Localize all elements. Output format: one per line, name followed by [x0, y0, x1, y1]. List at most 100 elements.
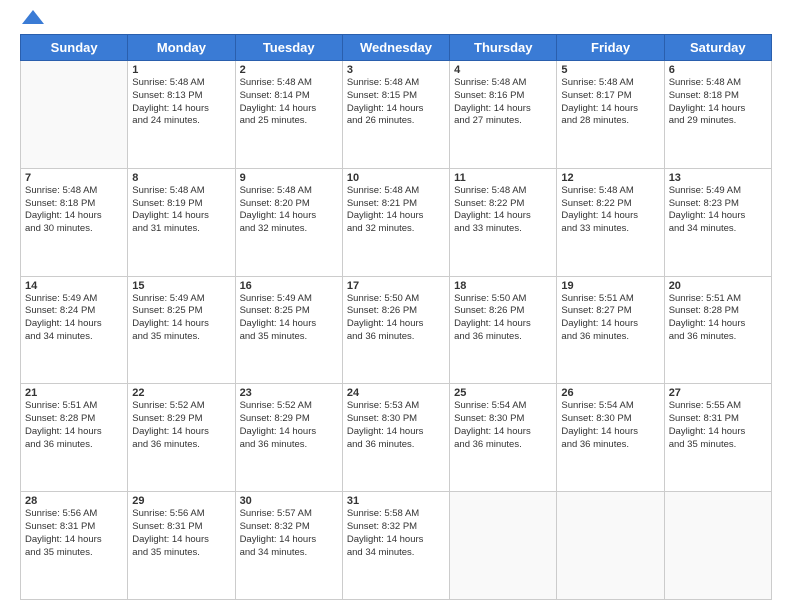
- logo: [20, 18, 44, 24]
- day-number: 9: [240, 172, 338, 184]
- calendar-cell: 22Sunrise: 5:52 AM Sunset: 8:29 PM Dayli…: [128, 384, 235, 492]
- day-number: 30: [240, 495, 338, 507]
- calendar-cell: 23Sunrise: 5:52 AM Sunset: 8:29 PM Dayli…: [235, 384, 342, 492]
- cell-content: Sunrise: 5:48 AM Sunset: 8:15 PM Dayligh…: [347, 77, 445, 128]
- day-number: 7: [25, 172, 123, 184]
- day-number: 23: [240, 387, 338, 399]
- calendar-day-header: Tuesday: [235, 35, 342, 61]
- calendar-cell: 26Sunrise: 5:54 AM Sunset: 8:30 PM Dayli…: [557, 384, 664, 492]
- calendar-cell: 24Sunrise: 5:53 AM Sunset: 8:30 PM Dayli…: [342, 384, 449, 492]
- calendar-week-row: 1Sunrise: 5:48 AM Sunset: 8:13 PM Daylig…: [21, 61, 772, 169]
- day-number: 24: [347, 387, 445, 399]
- calendar-cell: 7Sunrise: 5:48 AM Sunset: 8:18 PM Daylig…: [21, 168, 128, 276]
- day-number: 28: [25, 495, 123, 507]
- calendar-day-header: Thursday: [450, 35, 557, 61]
- cell-content: Sunrise: 5:52 AM Sunset: 8:29 PM Dayligh…: [132, 400, 230, 451]
- cell-content: Sunrise: 5:49 AM Sunset: 8:23 PM Dayligh…: [669, 185, 767, 236]
- day-number: 4: [454, 64, 552, 76]
- cell-content: Sunrise: 5:53 AM Sunset: 8:30 PM Dayligh…: [347, 400, 445, 451]
- calendar-cell: 18Sunrise: 5:50 AM Sunset: 8:26 PM Dayli…: [450, 276, 557, 384]
- day-number: 19: [561, 280, 659, 292]
- calendar-cell: 2Sunrise: 5:48 AM Sunset: 8:14 PM Daylig…: [235, 61, 342, 169]
- cell-content: Sunrise: 5:56 AM Sunset: 8:31 PM Dayligh…: [25, 508, 123, 559]
- calendar-cell: 8Sunrise: 5:48 AM Sunset: 8:19 PM Daylig…: [128, 168, 235, 276]
- cell-content: Sunrise: 5:55 AM Sunset: 8:31 PM Dayligh…: [669, 400, 767, 451]
- day-number: 14: [25, 280, 123, 292]
- calendar-cell: 10Sunrise: 5:48 AM Sunset: 8:21 PM Dayli…: [342, 168, 449, 276]
- calendar-cell: 20Sunrise: 5:51 AM Sunset: 8:28 PM Dayli…: [664, 276, 771, 384]
- calendar-week-row: 21Sunrise: 5:51 AM Sunset: 8:28 PM Dayli…: [21, 384, 772, 492]
- calendar-cell: 11Sunrise: 5:48 AM Sunset: 8:22 PM Dayli…: [450, 168, 557, 276]
- calendar-cell: 5Sunrise: 5:48 AM Sunset: 8:17 PM Daylig…: [557, 61, 664, 169]
- day-number: 3: [347, 64, 445, 76]
- day-number: 27: [669, 387, 767, 399]
- cell-content: Sunrise: 5:48 AM Sunset: 8:18 PM Dayligh…: [25, 185, 123, 236]
- day-number: 13: [669, 172, 767, 184]
- day-number: 2: [240, 64, 338, 76]
- cell-content: Sunrise: 5:52 AM Sunset: 8:29 PM Dayligh…: [240, 400, 338, 451]
- calendar-cell: 6Sunrise: 5:48 AM Sunset: 8:18 PM Daylig…: [664, 61, 771, 169]
- calendar-week-row: 14Sunrise: 5:49 AM Sunset: 8:24 PM Dayli…: [21, 276, 772, 384]
- calendar-cell: 1Sunrise: 5:48 AM Sunset: 8:13 PM Daylig…: [128, 61, 235, 169]
- calendar-cell: 13Sunrise: 5:49 AM Sunset: 8:23 PM Dayli…: [664, 168, 771, 276]
- calendar-cell: [557, 492, 664, 600]
- calendar-header-row: SundayMondayTuesdayWednesdayThursdayFrid…: [21, 35, 772, 61]
- calendar-cell: 9Sunrise: 5:48 AM Sunset: 8:20 PM Daylig…: [235, 168, 342, 276]
- cell-content: Sunrise: 5:48 AM Sunset: 8:19 PM Dayligh…: [132, 185, 230, 236]
- calendar-cell: [664, 492, 771, 600]
- calendar-cell: 27Sunrise: 5:55 AM Sunset: 8:31 PM Dayli…: [664, 384, 771, 492]
- calendar-cell: 15Sunrise: 5:49 AM Sunset: 8:25 PM Dayli…: [128, 276, 235, 384]
- cell-content: Sunrise: 5:48 AM Sunset: 8:22 PM Dayligh…: [561, 185, 659, 236]
- calendar-day-header: Wednesday: [342, 35, 449, 61]
- cell-content: Sunrise: 5:50 AM Sunset: 8:26 PM Dayligh…: [454, 293, 552, 344]
- calendar-cell: 16Sunrise: 5:49 AM Sunset: 8:25 PM Dayli…: [235, 276, 342, 384]
- calendar-cell: 29Sunrise: 5:56 AM Sunset: 8:31 PM Dayli…: [128, 492, 235, 600]
- cell-content: Sunrise: 5:49 AM Sunset: 8:24 PM Dayligh…: [25, 293, 123, 344]
- calendar-week-row: 7Sunrise: 5:48 AM Sunset: 8:18 PM Daylig…: [21, 168, 772, 276]
- cell-content: Sunrise: 5:51 AM Sunset: 8:28 PM Dayligh…: [25, 400, 123, 451]
- calendar-week-row: 28Sunrise: 5:56 AM Sunset: 8:31 PM Dayli…: [21, 492, 772, 600]
- cell-content: Sunrise: 5:48 AM Sunset: 8:18 PM Dayligh…: [669, 77, 767, 128]
- logo-icon: [22, 10, 44, 24]
- calendar-day-header: Sunday: [21, 35, 128, 61]
- calendar-cell: [450, 492, 557, 600]
- cell-content: Sunrise: 5:48 AM Sunset: 8:17 PM Dayligh…: [561, 77, 659, 128]
- calendar-cell: 30Sunrise: 5:57 AM Sunset: 8:32 PM Dayli…: [235, 492, 342, 600]
- day-number: 21: [25, 387, 123, 399]
- day-number: 31: [347, 495, 445, 507]
- cell-content: Sunrise: 5:48 AM Sunset: 8:22 PM Dayligh…: [454, 185, 552, 236]
- cell-content: Sunrise: 5:48 AM Sunset: 8:20 PM Dayligh…: [240, 185, 338, 236]
- cell-content: Sunrise: 5:54 AM Sunset: 8:30 PM Dayligh…: [454, 400, 552, 451]
- day-number: 8: [132, 172, 230, 184]
- calendar-day-header: Monday: [128, 35, 235, 61]
- day-number: 18: [454, 280, 552, 292]
- header: [20, 18, 772, 24]
- calendar-cell: 12Sunrise: 5:48 AM Sunset: 8:22 PM Dayli…: [557, 168, 664, 276]
- day-number: 10: [347, 172, 445, 184]
- cell-content: Sunrise: 5:58 AM Sunset: 8:32 PM Dayligh…: [347, 508, 445, 559]
- cell-content: Sunrise: 5:54 AM Sunset: 8:30 PM Dayligh…: [561, 400, 659, 451]
- day-number: 16: [240, 280, 338, 292]
- calendar-cell: 4Sunrise: 5:48 AM Sunset: 8:16 PM Daylig…: [450, 61, 557, 169]
- calendar-cell: 28Sunrise: 5:56 AM Sunset: 8:31 PM Dayli…: [21, 492, 128, 600]
- calendar-cell: 31Sunrise: 5:58 AM Sunset: 8:32 PM Dayli…: [342, 492, 449, 600]
- day-number: 11: [454, 172, 552, 184]
- day-number: 1: [132, 64, 230, 76]
- cell-content: Sunrise: 5:57 AM Sunset: 8:32 PM Dayligh…: [240, 508, 338, 559]
- cell-content: Sunrise: 5:49 AM Sunset: 8:25 PM Dayligh…: [132, 293, 230, 344]
- cell-content: Sunrise: 5:51 AM Sunset: 8:28 PM Dayligh…: [669, 293, 767, 344]
- calendar-cell: 21Sunrise: 5:51 AM Sunset: 8:28 PM Dayli…: [21, 384, 128, 492]
- day-number: 6: [669, 64, 767, 76]
- day-number: 12: [561, 172, 659, 184]
- calendar-cell: 25Sunrise: 5:54 AM Sunset: 8:30 PM Dayli…: [450, 384, 557, 492]
- cell-content: Sunrise: 5:56 AM Sunset: 8:31 PM Dayligh…: [132, 508, 230, 559]
- cell-content: Sunrise: 5:51 AM Sunset: 8:27 PM Dayligh…: [561, 293, 659, 344]
- day-number: 17: [347, 280, 445, 292]
- calendar-cell: [21, 61, 128, 169]
- day-number: 22: [132, 387, 230, 399]
- cell-content: Sunrise: 5:50 AM Sunset: 8:26 PM Dayligh…: [347, 293, 445, 344]
- day-number: 29: [132, 495, 230, 507]
- calendar-cell: 3Sunrise: 5:48 AM Sunset: 8:15 PM Daylig…: [342, 61, 449, 169]
- cell-content: Sunrise: 5:48 AM Sunset: 8:16 PM Dayligh…: [454, 77, 552, 128]
- cell-content: Sunrise: 5:48 AM Sunset: 8:21 PM Dayligh…: [347, 185, 445, 236]
